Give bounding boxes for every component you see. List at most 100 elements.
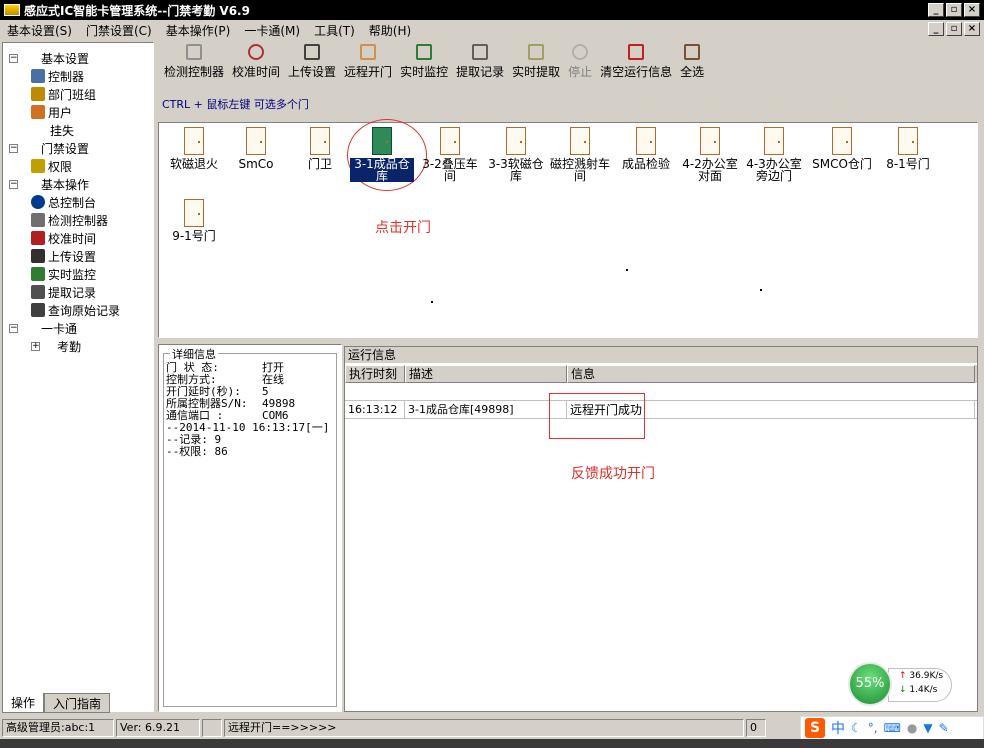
monitor-icon (31, 267, 45, 281)
tree-item[interactable]: 控制器 (3, 67, 153, 85)
door-item[interactable]: 成品检验 (613, 127, 679, 170)
wrench-icon (186, 44, 202, 60)
door-closed-icon (506, 127, 526, 155)
tree-item[interactable]: − 一卡通 (3, 319, 153, 337)
menu-basic-settings[interactable]: 基本设置(S) (0, 22, 79, 39)
status-count: 0 (746, 719, 766, 737)
mdi-close-button[interactable]: × (964, 22, 980, 36)
mdi-minimize-button[interactable]: _ (928, 22, 944, 36)
tree-item[interactable]: 提取记录 (3, 283, 153, 301)
run-info-title: 运行信息 (345, 347, 977, 363)
door-closed-icon (184, 127, 204, 155)
network-speed-widget[interactable]: ↑ 36.9K/s ↓ 1.4K/s 55% (846, 660, 954, 708)
tab-getting-started[interactable]: 入门指南 (44, 693, 111, 713)
door-item[interactable]: 3-3软磁仓库 (483, 127, 549, 182)
tree-item[interactable]: − 基本操作 (3, 175, 153, 193)
tree-item[interactable]: 权限 (3, 157, 153, 175)
sogou-icon[interactable]: S (805, 718, 825, 738)
toolbar-button[interactable]: 停止 (564, 44, 596, 84)
toolbar-button[interactable]: 校准时间 (228, 44, 284, 84)
door-closed-icon (700, 127, 720, 155)
upload-icon (31, 249, 45, 263)
tree-item[interactable]: + 考勤 (3, 337, 153, 355)
ime-toolbar: S 中 ☾ °, ⌨ ● ▼ ✎ (800, 716, 984, 740)
toolbar-button[interactable]: 提取记录 (452, 44, 508, 84)
tab-operations[interactable]: 操作 (2, 693, 45, 713)
shirt-icon[interactable]: ▼ (923, 721, 932, 735)
tree-item[interactable]: 校准时间 (3, 229, 153, 247)
door-item[interactable]: 软磁退火 (161, 127, 227, 170)
minimize-button[interactable]: _ (928, 3, 944, 17)
keyboard-icon[interactable]: ⌨ (884, 721, 901, 735)
window-title: 感应式IC智能卡管理系统--门禁考勤 V6.9 (24, 3, 250, 18)
user-icon[interactable]: ● (907, 721, 917, 735)
navigation-tree-panel: − 基本设置 控制器部门班组 用户 挂失 − 门禁设置 权限 − 基本操作 总控制台 检测控制器 校准时… (2, 42, 154, 712)
menu-tools[interactable]: 工具(T) (307, 22, 362, 39)
restore-button[interactable]: ▫ (946, 3, 962, 17)
clock-icon (248, 44, 265, 60)
door-item[interactable]: SmCo (223, 127, 289, 170)
door-item[interactable]: 3-2叠压车间 (417, 127, 483, 182)
tree-item-label: 考勤 (57, 339, 82, 354)
tree-item[interactable]: 检测控制器 (3, 211, 153, 229)
menu-bar: 基本设置(S) 门禁设置(C) 基本操作(P) 一卡通(M) 工具(T) 帮助(… (0, 20, 984, 40)
menu-help[interactable]: 帮助(H) (362, 22, 418, 39)
wrench-icon[interactable]: ✎ (939, 721, 949, 735)
toolbar-button[interactable]: 实时监控 (396, 44, 452, 84)
tree-item[interactable]: 总控制台 (3, 193, 153, 211)
col-description[interactable]: 描述 (405, 365, 567, 383)
collapse-icon[interactable]: − (9, 143, 18, 153)
toolbar-button[interactable]: 检测控制器 (160, 44, 228, 84)
door-item[interactable]: 门卫 (287, 127, 353, 170)
col-time[interactable]: 执行时刻 (345, 365, 405, 383)
door-item[interactable]: SMCO仓门 (809, 127, 875, 170)
tree-item[interactable]: 挂失 (3, 121, 153, 139)
door-label: 4-3办公室旁边门 (746, 157, 802, 183)
moon-icon[interactable]: ☾ (851, 721, 862, 735)
tree-item[interactable]: 用户 (3, 103, 153, 121)
close-button[interactable]: × (964, 3, 980, 17)
table-row[interactable]: 16:13:12 3-1成品仓库[49898] 远程开门成功 (345, 401, 977, 419)
realtime-extract-icon (528, 44, 545, 60)
mdi-restore-button[interactable]: ▫ (946, 22, 962, 36)
collapse-icon[interactable]: − (9, 179, 18, 189)
grid-header: 执行时刻 描述 信息 (345, 365, 977, 383)
ime-language-toggle[interactable]: 中 (831, 718, 845, 738)
toolbar-button-label: 远程开门 (344, 65, 393, 79)
toolbar-button-label: 实时提取 (512, 65, 561, 79)
tree-item[interactable]: − 基本设置 (3, 49, 153, 67)
network-speed-info: ↑ 36.9K/s ↓ 1.4K/s (888, 668, 952, 702)
title-bar: 感应式IC智能卡管理系统--门禁考勤 V6.9 _ ▫ × (0, 0, 984, 20)
records-icon (472, 44, 489, 60)
tree-item-label: 部门班组 (48, 87, 97, 102)
punctuation-icon[interactable]: °, (868, 721, 878, 735)
menu-access-settings[interactable]: 门禁设置(C) (79, 22, 159, 39)
cell-description: 3-1成品仓库[49898] (405, 401, 567, 418)
tree-item[interactable]: 查询原始记录 (3, 301, 153, 319)
status-blank (202, 719, 222, 737)
tree-item[interactable]: 实时监控 (3, 265, 153, 283)
tree-item[interactable]: − 门禁设置 (3, 139, 153, 157)
toolbar-button[interactable]: 上传设置 (284, 44, 340, 84)
toolbar-button[interactable]: 全选 (676, 44, 708, 84)
door-item[interactable]: 4-3办公室旁边门 (741, 127, 807, 182)
door-item[interactable]: 3-1成品仓库 (349, 127, 415, 182)
menu-basic-operations[interactable]: 基本操作(P) (159, 22, 238, 39)
collapse-icon[interactable]: − (9, 323, 18, 333)
toolbar-button[interactable]: 远程开门 (340, 44, 396, 84)
door-label: 3-1成品仓库 (350, 158, 414, 182)
door-item[interactable]: 9-1号门 (161, 199, 227, 242)
toolbar-button[interactable]: 实时提取 (508, 44, 564, 84)
collapse-icon[interactable]: − (9, 53, 18, 63)
col-info[interactable]: 信息 (567, 365, 975, 383)
menu-one-card[interactable]: 一卡通(M) (237, 22, 307, 39)
door-item[interactable]: 4-2办公室对面 (677, 127, 743, 182)
toolbar-button[interactable]: 清空运行信息 (596, 44, 676, 84)
door-item[interactable]: 8-1号门 (875, 127, 941, 170)
expand-icon[interactable]: + (31, 341, 40, 351)
door-item[interactable]: 磁控溅射车间 (547, 127, 613, 182)
tree-item[interactable]: 上传设置 (3, 247, 153, 265)
tree-item[interactable]: 部门班组 (3, 85, 153, 103)
door-panel: 点击开门 软磁退火 SmCo 门卫 3-1成品仓库 3-2叠压车间 3-3软磁仓库 磁控溅射… (158, 119, 978, 338)
query-icon (31, 303, 45, 317)
